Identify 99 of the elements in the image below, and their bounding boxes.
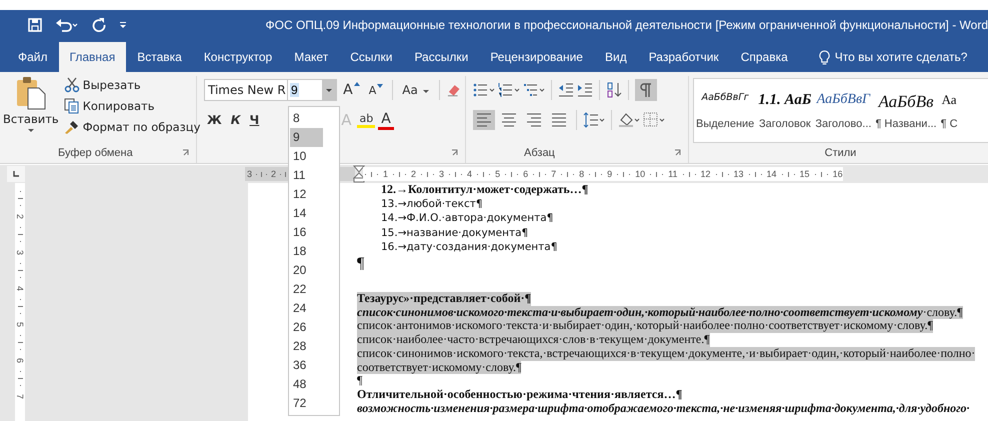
font-size-option[interactable]: 26 <box>290 318 323 337</box>
change-case-button[interactable]: Аа <box>399 82 433 98</box>
style-item[interactable]: АаБбВвГг Выделение <box>694 79 756 142</box>
paintbrush-icon <box>64 119 80 135</box>
tab-selector[interactable] <box>7 166 25 182</box>
ribbon-tab[interactable]: Справка <box>730 42 799 72</box>
dialog-launcher-icon[interactable] <box>674 149 682 157</box>
style-item[interactable]: Аа ¶ С <box>938 79 960 142</box>
eraser-icon[interactable] <box>446 82 461 98</box>
caret-icon <box>325 88 334 92</box>
font-size-option[interactable]: 22 <box>290 280 323 299</box>
document-line: ¶ <box>357 374 362 388</box>
document-line: Отличительной·особенностью·режима·чтения·является…¶ <box>357 388 682 402</box>
vertical-ruler: 2 3 4 5 6 7 <box>15 183 25 421</box>
lightbulb-icon <box>818 50 830 64</box>
multilevel-list-icon[interactable] <box>523 82 545 98</box>
font-size-option[interactable]: 14 <box>290 204 323 223</box>
ribbon-tab[interactable]: Файл <box>7 42 59 72</box>
align-left-icon <box>476 113 492 127</box>
tell-me-search[interactable]: Что вы хотите сделать? <box>812 42 974 72</box>
redo-icon[interactable] <box>91 17 107 33</box>
tab-stop-icon <box>12 170 20 178</box>
sort-icon[interactable] <box>606 82 622 98</box>
font-size-option[interactable]: 10 <box>290 147 323 166</box>
font-size-option[interactable]: 9 <box>290 128 323 147</box>
clipboard-icon <box>16 76 46 110</box>
font-size-option[interactable]: 48 <box>290 375 323 394</box>
ribbon-tab[interactable]: Конструктор <box>192 42 284 72</box>
copy-icon <box>64 98 80 114</box>
document-line: ¶ <box>357 255 364 274</box>
show-formatting-marks-button[interactable] <box>635 79 657 101</box>
group-label: Абзац <box>524 147 555 159</box>
numbering-icon[interactable] <box>498 82 520 98</box>
document-line: возможность·изменения·размера·шрифта·отображаемого·текста,·не·изменяя·шрифта·документа,·для·удобного· <box>357 402 970 416</box>
ribbon-tab[interactable]: Разработчик <box>638 42 730 72</box>
font-size-option[interactable]: 8 <box>290 109 323 128</box>
font-color-button[interactable]: A <box>378 110 394 130</box>
font-name-field[interactable]: Times New R <box>204 79 288 101</box>
document-line: 16.→дату·создания·документа¶ <box>380 240 558 256</box>
ribbon-tab[interactable]: Вставка <box>126 42 193 72</box>
align-right-icon <box>526 113 542 127</box>
pilcrow-icon <box>640 82 652 98</box>
document-line: 15.→название·документа¶ <box>380 226 528 240</box>
style-item[interactable]: АаБбВв ¶ Названи... <box>873 79 939 142</box>
ribbon-tab[interactable]: Вид <box>594 42 638 72</box>
ribbon-tab[interactable]: Рассылки <box>403 42 480 72</box>
increase-indent-icon[interactable] <box>577 82 593 98</box>
italic-button[interactable]: К <box>228 112 244 128</box>
font-size-option[interactable]: 28 <box>290 337 323 356</box>
align-left-button[interactable] <box>473 110 495 130</box>
font-size-option[interactable]: 12 <box>290 185 323 204</box>
line-spacing-icon[interactable] <box>583 112 605 128</box>
style-item[interactable]: АаБбВвГ Заголово... <box>813 79 874 142</box>
dialog-launcher-icon[interactable] <box>451 149 459 157</box>
caret-up-icon <box>354 82 360 86</box>
highlight-button[interactable]: ab <box>357 112 376 128</box>
grow-font-button[interactable]: A <box>340 81 363 99</box>
undo-icon[interactable] <box>55 17 79 33</box>
decrease-indent-icon[interactable] <box>558 82 574 98</box>
ribbon-tab[interactable]: Рецензирование <box>479 42 594 72</box>
group-label: Буфер обмена <box>58 147 133 159</box>
font-size-option[interactable]: 20 <box>290 261 323 280</box>
save-icon[interactable] <box>27 17 43 33</box>
font-size-field[interactable]: 9 <box>287 79 338 101</box>
customize-toolbar-icon[interactable] <box>119 21 127 29</box>
font-size-option[interactable]: 24 <box>290 299 323 318</box>
indent-marker-icon[interactable] <box>353 165 365 183</box>
format-painter-button[interactable]: Формат по образцу <box>62 118 202 136</box>
borders-icon[interactable] <box>643 112 665 128</box>
ribbon-tab[interactable]: Ссылки <box>339 42 404 72</box>
dropdown-button[interactable] <box>322 80 336 100</box>
font-size-option[interactable]: 72 <box>290 394 323 413</box>
paste-button[interactable]: Вставить <box>0 76 62 143</box>
ribbon-tab[interactable]: Главная <box>58 42 126 72</box>
document-line: 14.→Ф.И.О.·автора·документа¶ <box>380 211 554 226</box>
caret-icon <box>26 128 35 133</box>
shrink-font-button[interactable]: A <box>366 82 386 98</box>
document-line: 13.→любой·текст¶ <box>380 196 483 212</box>
underline-button[interactable]: Ч <box>246 112 262 128</box>
group-label: Стили <box>824 147 856 159</box>
cut-button[interactable]: Вырезать <box>62 76 202 94</box>
dialog-launcher-icon[interactable] <box>182 149 190 157</box>
window-title: ФОС ОПЦ.09 Информационные технологии в профессиональной деятельности [Режим ограниченной функциональности] - Word <box>265 18 988 32</box>
caret-icon <box>422 89 430 94</box>
font-size-option[interactable]: 18 <box>290 242 323 261</box>
copy-button[interactable]: Копировать <box>62 97 202 115</box>
style-item[interactable]: 1.1. АаБ Заголовок <box>756 79 814 142</box>
caret-down-icon <box>377 84 384 88</box>
scissors-icon <box>64 77 80 93</box>
align-center-icon <box>501 113 517 127</box>
shading-icon[interactable] <box>618 112 640 128</box>
document-line: 12.→Колонтитул·может·содержать…¶ <box>380 183 588 197</box>
bold-button[interactable]: Ж <box>204 112 225 128</box>
font-size-option[interactable]: 36 <box>290 356 323 375</box>
bullets-icon[interactable] <box>473 82 495 98</box>
ribbon-tab[interactable]: Макет <box>283 42 340 72</box>
font-size-option[interactable]: 11 <box>290 166 323 185</box>
font-size-option[interactable]: 16 <box>290 223 323 242</box>
align-justify-icon <box>551 113 567 127</box>
